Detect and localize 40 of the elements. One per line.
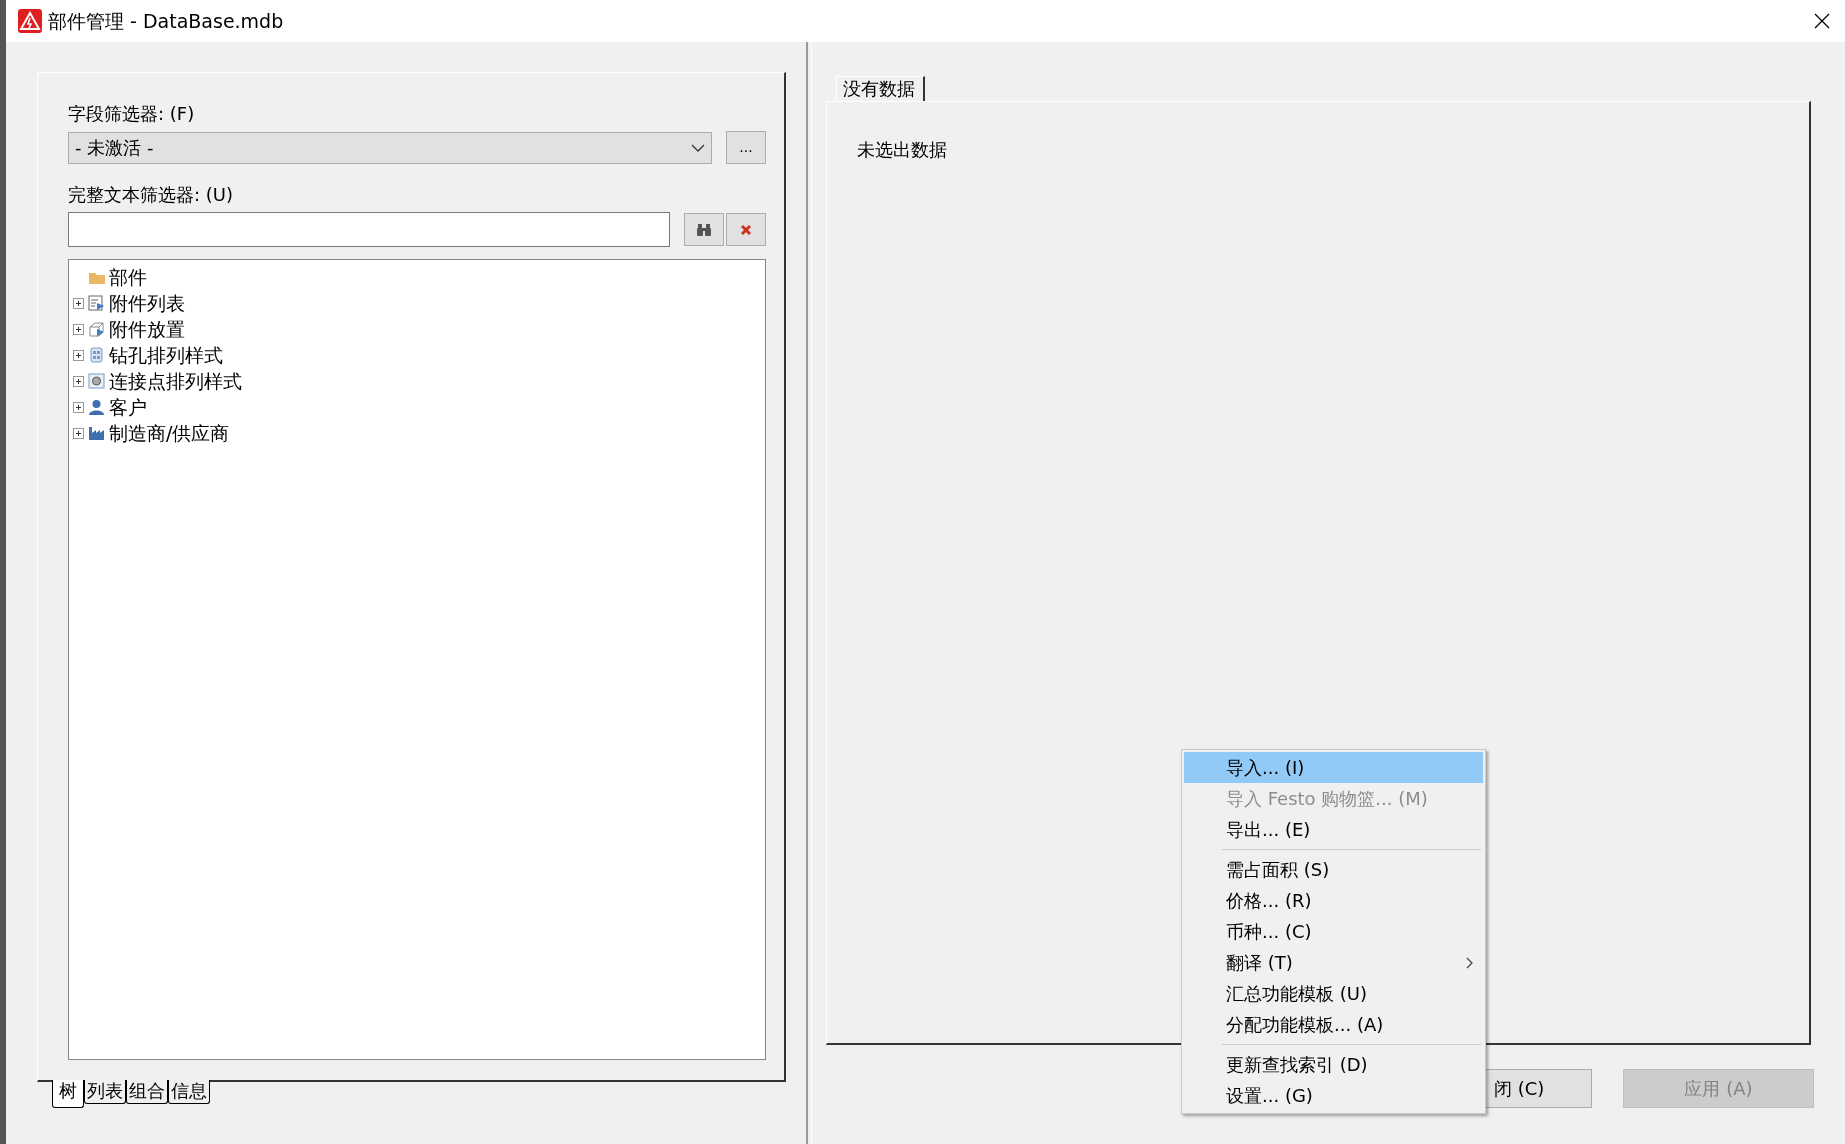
menu-item[interactable]: 需占面积 (S) <box>1184 854 1483 885</box>
tab[interactable]: 列表 <box>84 1080 126 1104</box>
cube-icon <box>88 321 105 337</box>
tab[interactable]: 组合 <box>126 1080 168 1104</box>
menu-item[interactable]: 导入... (I) <box>1184 752 1483 783</box>
expand-icon <box>73 401 84 413</box>
expand-icon <box>73 375 84 387</box>
chevron-down-icon <box>691 143 705 152</box>
expand-icon <box>73 349 84 361</box>
search-button[interactable] <box>684 213 725 246</box>
menu-item[interactable]: 价格... (R) <box>1184 885 1483 916</box>
empty-message: 未选出数据 <box>857 139 947 160</box>
expand-icon <box>73 323 84 335</box>
expand-icon <box>73 297 84 309</box>
factory-icon <box>88 425 105 441</box>
menu-item[interactable]: 翻译 (T) <box>1184 947 1483 978</box>
more-button[interactable]: ... <box>726 131 766 164</box>
chevron-right-icon <box>1466 956 1473 969</box>
text-filter-field[interactable] <box>68 212 671 247</box>
menu-item[interactable]: 汇总功能模板 (U) <box>1184 978 1483 1009</box>
person-icon <box>88 399 105 415</box>
expand-icon <box>73 427 84 439</box>
close-icon <box>1814 13 1830 29</box>
clear-icon <box>740 223 752 236</box>
clear-button[interactable] <box>726 213 766 246</box>
connector-icon <box>88 373 105 389</box>
field-filter-dropdown[interactable]: - 未激活 - <box>68 131 712 164</box>
text-filter-label: 完整文本筛选器: (U) <box>68 184 234 206</box>
tab[interactable]: 没有数据 <box>836 76 925 101</box>
hole-pattern-icon <box>88 347 105 363</box>
list-icon <box>88 295 105 311</box>
binoculars-icon <box>697 223 712 236</box>
field-filter-label: 字段筛选器: (F) <box>68 103 196 125</box>
menu-item[interactable]: 币种... (C) <box>1184 916 1483 947</box>
warning-logo-icon <box>18 9 42 33</box>
window-title: 部件管理 - DataBase.mdb <box>48 8 284 34</box>
tab[interactable]: 树 <box>52 1080 84 1108</box>
menu-item[interactable]: 分配功能模板... (A) <box>1184 1009 1483 1040</box>
tab[interactable]: 信息 <box>168 1080 210 1104</box>
menu-item[interactable]: 导出... (E) <box>1184 814 1483 845</box>
